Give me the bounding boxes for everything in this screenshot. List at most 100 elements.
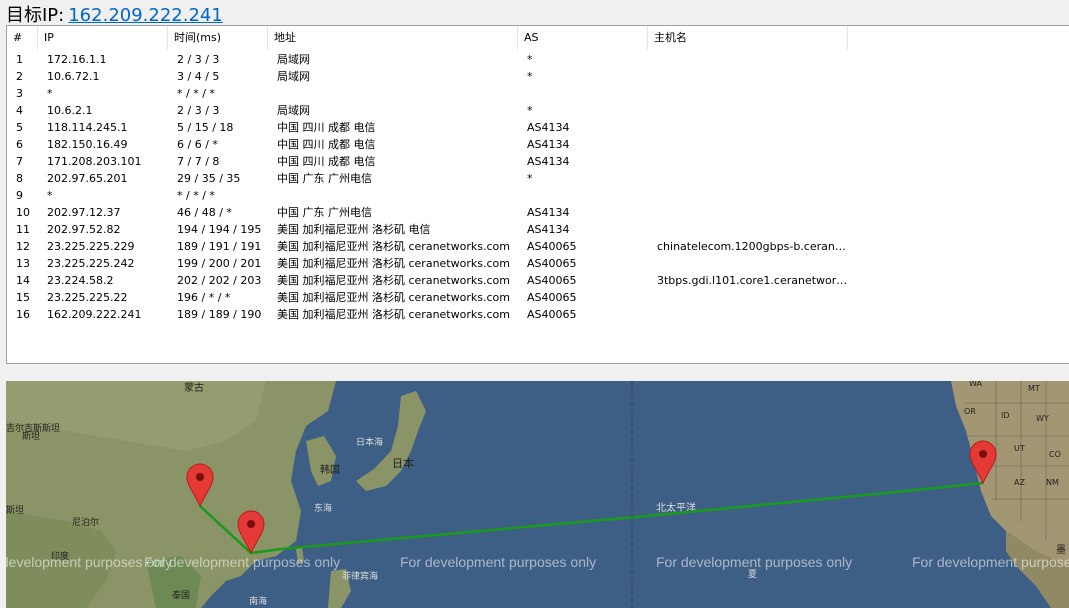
cell-as: * [527, 70, 533, 83]
table-row[interactable]: 8 202.97.65.201 29 / 35 / 35 中国 广东 广州电信 * [7, 170, 848, 187]
table-row[interactable]: 10 202.97.12.37 46 / 48 / * 中国 广东 广州电信 AS413… [7, 204, 848, 221]
label-co: CO [1049, 450, 1061, 459]
cell-time: 6 / 6 / * [177, 138, 218, 151]
cell-address: 美国 加利福尼亚州 洛杉矶 电信 [277, 223, 431, 236]
cell-index: 11 [16, 223, 30, 236]
label-ut: UT [1014, 444, 1025, 453]
cell-as: AS4134 [527, 155, 570, 168]
watermark-5: For development purposes only [912, 554, 1069, 570]
cell-as: AS40065 [527, 308, 577, 321]
cell-time: 7 / 7 / 8 [177, 155, 220, 168]
cell-time: 46 / 48 / * [177, 206, 232, 219]
column-header-address[interactable]: 地址 [268, 26, 518, 50]
cell-hostname [648, 170, 848, 187]
cell-hostname [648, 306, 848, 323]
label-mongolia: 蒙古 [184, 381, 204, 394]
route-map[interactable]: 蒙古 吉尔吉斯斯坦 斯坦 斯坦 尼泊尔 印度 泰国 日本海 韩国 日本 东海 北… [6, 381, 1069, 608]
table-row[interactable]: 5 118.114.245.1 5 / 15 / 18 中国 四川 成都 电信 AS41… [7, 119, 848, 136]
cell-index: 9 [16, 189, 23, 202]
label-id: ID [1001, 411, 1010, 420]
cell-address [268, 85, 518, 102]
cell-index: 14 [16, 274, 30, 287]
cell-ip: 10.6.2.1 [47, 104, 93, 117]
table-row[interactable]: 16 162.209.222.241 189 / 189 / 190 美国 加利福尼亚… [7, 306, 848, 323]
cell-address: 中国 广东 广州电信 [277, 172, 372, 185]
cell-as: AS4134 [527, 121, 570, 134]
cell-ip: 202.97.12.37 [47, 206, 121, 219]
cell-hostname [648, 85, 848, 102]
cell-time: * / * / * [177, 87, 215, 100]
table-header: # IP 时间(ms) 地址 AS 主机名 [7, 26, 848, 50]
cell-time: 2 / 3 / 3 [177, 104, 220, 117]
cell-ip: * [47, 189, 53, 202]
target-ip-link[interactable]: 162.209.222.241 [68, 5, 223, 26]
cell-index: 10 [16, 206, 30, 219]
label-mt: MT [1028, 384, 1040, 393]
cell-address: 中国 广东 广州电信 [277, 206, 372, 219]
label-thailand: 泰国 [172, 589, 190, 601]
table-row[interactable]: 1 172.16.1.1 2 / 3 / 3 局域网 * [7, 51, 848, 68]
cell-as: AS4134 [527, 223, 570, 236]
cell-hostname [648, 68, 848, 85]
column-header-as[interactable]: AS [518, 26, 648, 50]
cell-as: AS4134 [527, 206, 570, 219]
cell-hostname [648, 102, 848, 119]
cell-index: 13 [16, 257, 30, 270]
cell-time: * / * / * [177, 189, 215, 202]
cell-time: 2 / 3 / 3 [177, 53, 220, 66]
cell-time: 3 / 4 / 5 [177, 70, 220, 83]
cell-index: 2 [16, 70, 23, 83]
table-row[interactable]: 3 * * / * / * [7, 85, 848, 102]
column-header-time[interactable]: 时间(ms) [168, 26, 268, 50]
cell-ip: 23.224.58.2 [47, 274, 114, 287]
cell-ip: 182.150.16.49 [47, 138, 128, 151]
label-japan: 日本 [392, 456, 414, 470]
cell-time: 194 / 194 / 195 [177, 223, 262, 236]
cell-hostname [648, 153, 848, 170]
cell-as [518, 187, 648, 204]
column-header-hostname[interactable]: 主机名 [648, 26, 848, 50]
table-row[interactable]: 12 23.225.225.229 189 / 191 / 191 美国 加利福尼亚州… [7, 238, 848, 255]
target-ip-header: 目标IP: 162.209.222.241 [6, 1, 223, 26]
watermark-3: For development purposes only [400, 554, 596, 570]
table-row[interactable]: 4 10.6.2.1 2 / 3 / 3 局域网 * [7, 102, 848, 119]
label-az: AZ [1014, 478, 1025, 487]
cell-ip: 171.208.203.101 [47, 155, 142, 168]
column-header-ip[interactable]: IP [38, 26, 168, 50]
cell-as: AS4134 [527, 138, 570, 151]
cell-hostname: 3tbps.gdi.l101.core1.ceranetworks.com [657, 274, 848, 287]
label-south-sea: 南海 [249, 595, 267, 607]
cell-address [268, 187, 518, 204]
cell-time: 189 / 189 / 190 [177, 308, 262, 321]
cell-index: 4 [16, 104, 23, 117]
cell-time: 202 / 202 / 203 [177, 274, 262, 287]
label-tajik: 斯坦 [22, 430, 40, 442]
label-wy: WY [1036, 414, 1049, 423]
table-row[interactable]: 15 23.225.225.22 196 / * / * 美国 加利福尼亚州 洛杉矶 … [7, 289, 848, 306]
cell-ip: 10.6.72.1 [47, 70, 100, 83]
table-row[interactable]: 11 202.97.52.82 194 / 194 / 195 美国 加利福尼亚州 洛… [7, 221, 848, 238]
cell-index: 3 [16, 87, 23, 100]
cell-index: 12 [16, 240, 30, 253]
cell-hostname [648, 187, 848, 204]
table-row[interactable]: 9 * * / * / * [7, 187, 848, 204]
traceroute-table: # IP 时间(ms) 地址 AS 主机名 1 172.16.1.1 2 / 3 /… [6, 25, 1069, 364]
cell-address: 美国 加利福尼亚州 洛杉矶 ceranetworks.com [277, 257, 510, 270]
cell-index: 1 [16, 53, 23, 66]
label-phil-sea: 菲律宾海 [342, 570, 378, 582]
table-row[interactable]: 14 23.224.58.2 202 / 202 / 203 美国 加利福尼亚州 洛杉… [7, 272, 848, 289]
cell-hostname [648, 136, 848, 153]
column-header-index[interactable]: # [7, 26, 38, 50]
cell-as: AS40065 [527, 240, 577, 253]
table-row[interactable]: 7 171.208.203.101 7 / 7 / 8 中国 四川 成都 电信 AS41… [7, 153, 848, 170]
cell-time: 29 / 35 / 35 [177, 172, 241, 185]
cell-hostname [648, 255, 848, 272]
cell-as: * [527, 172, 533, 185]
watermark-4: For development purposes only [656, 554, 852, 570]
cell-ip: 23.225.225.229 [47, 240, 135, 253]
table-body: 1 172.16.1.1 2 / 3 / 3 局域网 * 2 10.6.72.1 3 / 4 … [7, 51, 848, 323]
table-row[interactable]: 2 10.6.72.1 3 / 4 / 5 局域网 * [7, 68, 848, 85]
label-or: OR [964, 407, 976, 416]
table-row[interactable]: 13 23.225.225.242 199 / 200 / 201 美国 加利福尼亚州… [7, 255, 848, 272]
table-row[interactable]: 6 182.150.16.49 6 / 6 / * 中国 四川 成都 电信 AS4134 [7, 136, 848, 153]
